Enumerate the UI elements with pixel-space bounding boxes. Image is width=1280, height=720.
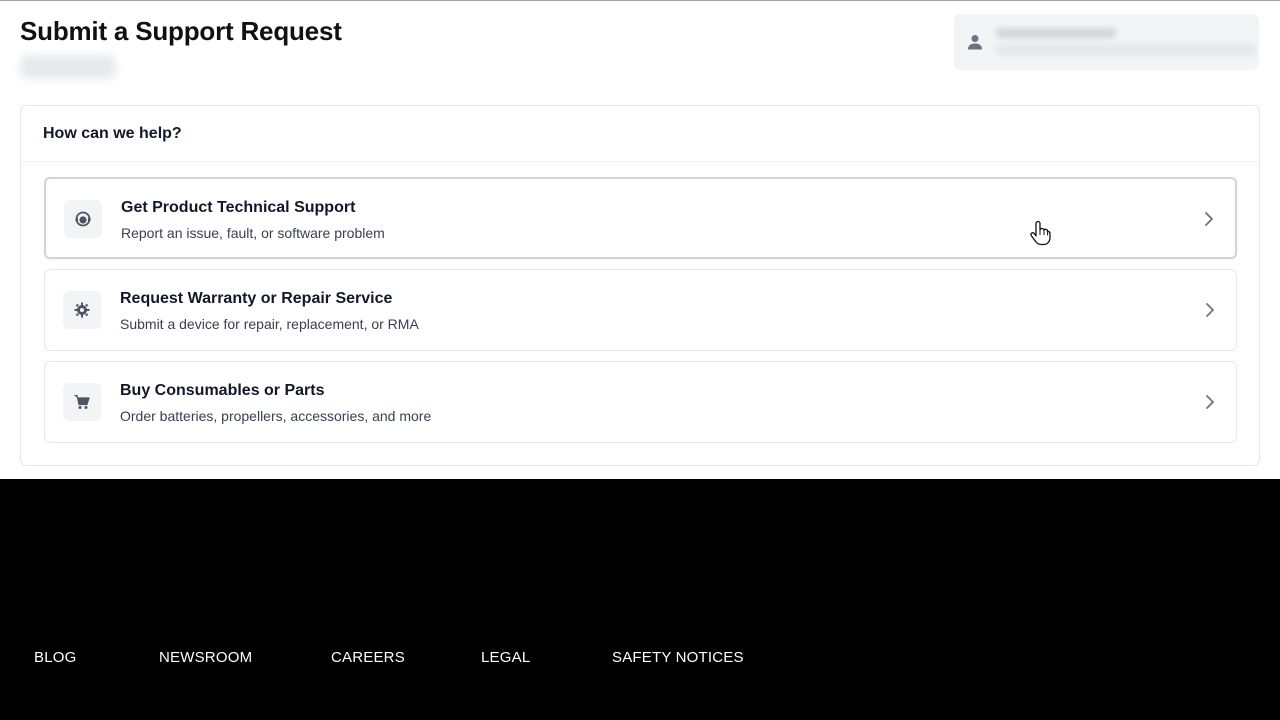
chevron-right-icon xyxy=(1202,301,1218,319)
footer-link-blog[interactable]: BLOG xyxy=(34,649,76,666)
option-technical-support[interactable]: Get Product Technical Support Report an … xyxy=(44,177,1237,259)
site-footer: BLOG NEWSROOM CAREERS LEGAL SAFETY NOTIC… xyxy=(0,479,1280,720)
footer-link-careers[interactable]: CAREERS xyxy=(331,649,405,666)
help-heading: How can we help? xyxy=(21,106,1259,162)
redacted-user-info xyxy=(996,28,1256,56)
chevron-right-icon xyxy=(1201,210,1217,228)
option-title: Request Warranty or Repair Service xyxy=(120,290,393,307)
chevron-right-icon xyxy=(1202,393,1218,411)
option-description: Order batteries, propellers, accessories… xyxy=(120,408,432,424)
cart-icon xyxy=(63,383,101,421)
option-buy-parts[interactable]: Buy Consumables or Parts Order batteries… xyxy=(44,361,1237,443)
top-divider xyxy=(0,0,1280,1)
help-panel: How can we help? Get Product Technical S… xyxy=(20,105,1260,466)
option-warranty-repair[interactable]: Request Warranty or Repair Service Submi… xyxy=(44,269,1237,351)
option-description: Report an issue, fault, or software prob… xyxy=(121,225,385,241)
gear-icon xyxy=(63,291,101,329)
footer-link-legal[interactable]: LEGAL xyxy=(481,649,530,666)
page-header: Submit a Support Request xyxy=(20,16,342,79)
hand-cursor-icon xyxy=(1029,220,1051,246)
footer-link-safety-notices[interactable]: SAFETY NOTICES xyxy=(612,649,744,666)
option-description: Submit a device for repair, replacement,… xyxy=(120,316,419,332)
user-account-card[interactable] xyxy=(954,14,1259,70)
option-title: Get Product Technical Support xyxy=(121,199,356,216)
redacted-subtitle xyxy=(20,55,116,79)
user-icon xyxy=(966,33,984,51)
support-agent-icon xyxy=(64,200,102,238)
page-title: Submit a Support Request xyxy=(20,16,342,46)
option-title: Buy Consumables or Parts xyxy=(120,382,325,399)
footer-link-newsroom[interactable]: NEWSROOM xyxy=(159,649,252,666)
